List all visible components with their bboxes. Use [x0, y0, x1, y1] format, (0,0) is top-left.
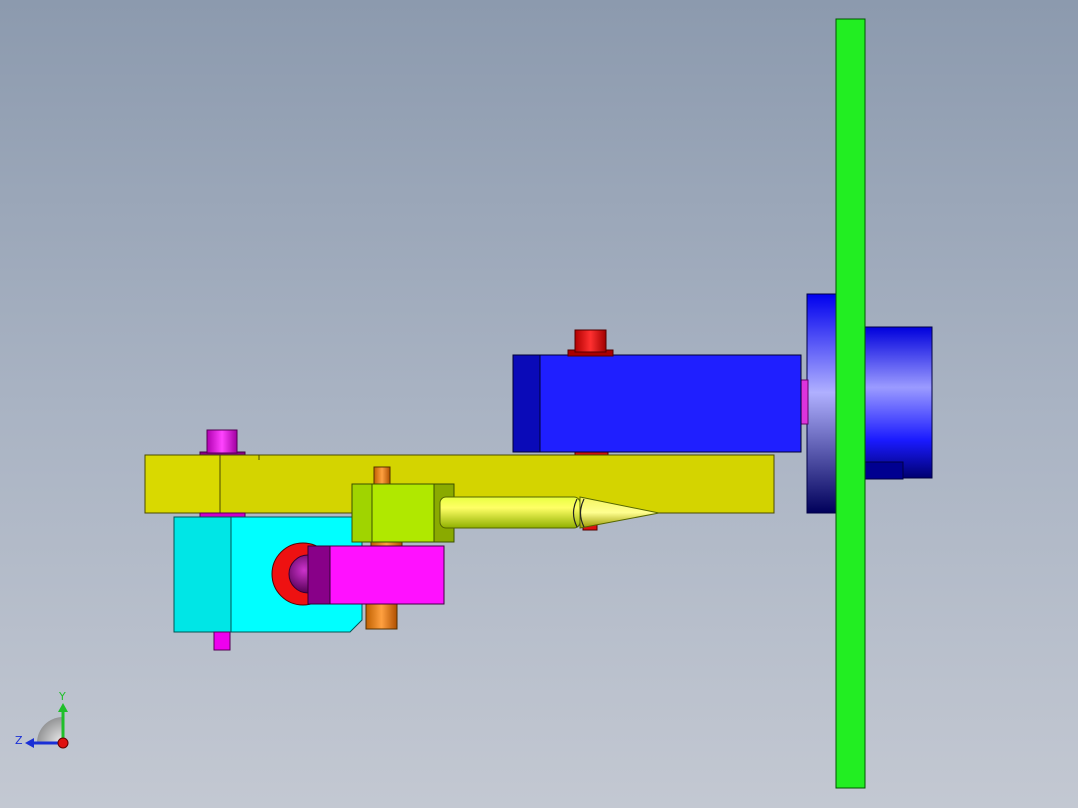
- cad-scene[interactable]: Y Z: [0, 0, 1078, 808]
- gear-motor-body[interactable]: [512, 354, 802, 456]
- coordinate-triad: Y Z: [15, 690, 69, 749]
- motor-top-nut[interactable]: [567, 329, 614, 357]
- x-axis-icon: [57, 737, 69, 749]
- arm-top-pin[interactable]: [199, 429, 246, 457]
- triad-plane-icon: [37, 717, 63, 743]
- y-axis-label: Y: [58, 690, 66, 703]
- z-axis-label: Z: [15, 734, 23, 747]
- mounting-plate[interactable]: [835, 18, 866, 789]
- motor-shaft-coupler: [800, 379, 809, 425]
- 3d-viewport[interactable]: Y Z: [0, 0, 1078, 808]
- bracket-bottom-pin: [213, 631, 231, 651]
- motor-hub[interactable]: [864, 326, 933, 480]
- roller-wheel[interactable]: [307, 545, 445, 605]
- motor-flange[interactable]: [800, 293, 838, 514]
- slider-block[interactable]: [351, 483, 455, 543]
